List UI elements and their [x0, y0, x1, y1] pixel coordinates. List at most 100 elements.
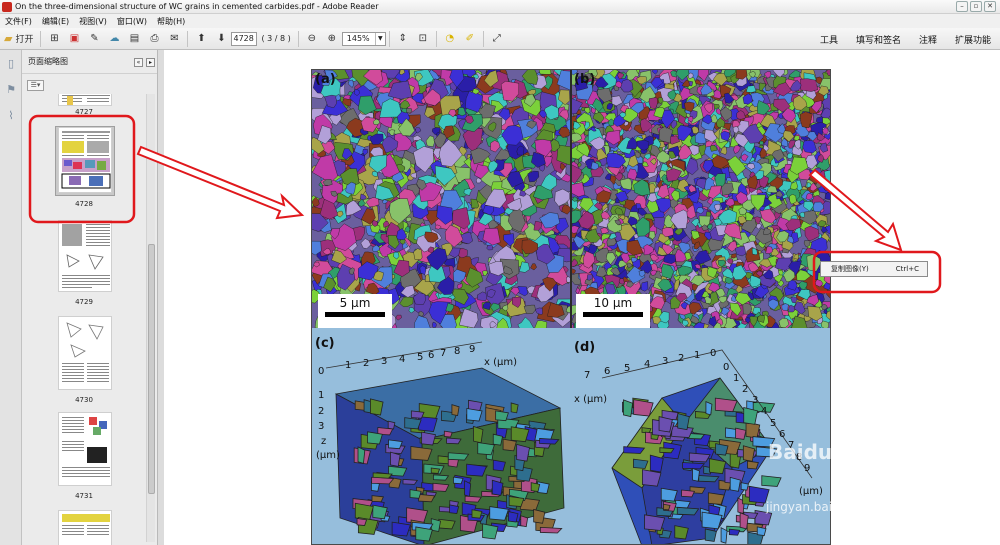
d-x-tick: 1: [694, 350, 701, 361]
next-page-icon[interactable]: ⬇: [212, 31, 230, 47]
scrollbar-thumb[interactable]: [148, 244, 155, 494]
box-d-grain: [623, 399, 634, 418]
box-c-grain: [402, 478, 419, 485]
menu-window[interactable]: 窗口(W): [112, 16, 152, 27]
box-d-grain: [660, 487, 678, 502]
box-d-grain: [735, 427, 747, 440]
collapse-panel-icon[interactable]: «: [134, 58, 143, 67]
comment-icon[interactable]: ◔: [441, 31, 459, 47]
menu-view[interactable]: 视图(V): [74, 16, 112, 27]
box-c-grain: [453, 476, 464, 485]
chevron-down-icon: ▼: [374, 32, 385, 45]
thumbnail-label: 4729: [75, 298, 93, 306]
box-c-grain: [446, 437, 462, 445]
box-c-grain: [447, 452, 470, 461]
thumbnail-preview: [61, 131, 111, 189]
panel-menu-icon[interactable]: ▸: [146, 58, 155, 67]
thumbnail-scrollbar[interactable]: [146, 94, 155, 542]
minimize-icon[interactable]: –: [956, 1, 968, 12]
zoom-out-icon[interactable]: ⊖: [303, 31, 321, 47]
thumbnail-page[interactable]: [58, 127, 112, 193]
box-c-grain: [466, 408, 483, 422]
export-pdf-icon[interactable]: ▣: [65, 31, 83, 47]
d-y-tick: 3: [752, 395, 759, 406]
copy-image-shortcut: Ctrl+C: [895, 265, 919, 273]
page-number-input[interactable]: 4728: [231, 31, 258, 46]
toolbar-separator: [187, 30, 189, 47]
c-x-tick: 7: [440, 348, 447, 359]
box-d-grain: [688, 452, 711, 463]
thumbnail-page[interactable]: [58, 316, 112, 390]
d-y-tick: 0: [723, 362, 730, 373]
box-d-grain: [644, 514, 666, 531]
box-d-grain: [743, 406, 758, 425]
create-pdf-icon[interactable]: ⊞: [45, 31, 63, 47]
maximize-icon[interactable]: ▫: [970, 1, 982, 12]
c-x-axis-label: x (μm): [484, 357, 518, 368]
thumbnail-options-icon[interactable]: ☰▾: [27, 80, 44, 91]
tools-link[interactable]: 工具: [811, 33, 847, 46]
fit-width-icon[interactable]: ⊡: [414, 31, 432, 47]
thumbnail-preview: [62, 514, 110, 535]
d-x-tick: 5: [624, 363, 631, 374]
menu-help[interactable]: 帮助(H): [152, 16, 190, 27]
box-d-grain: [692, 467, 700, 482]
email-icon[interactable]: ✉: [165, 31, 183, 47]
box-c-grain: [404, 417, 422, 430]
fit-page-icon[interactable]: ⇕: [394, 31, 412, 47]
bookmark-icon[interactable]: ⚑: [0, 76, 22, 102]
edit-icon[interactable]: ✎: [85, 31, 103, 47]
thumbnail-page[interactable]: [58, 94, 112, 106]
comment-link[interactable]: 注释: [910, 33, 946, 46]
box-c-grain: [370, 398, 384, 416]
box-d-grain: [714, 397, 738, 413]
zoom-select[interactable]: 145% ▼: [341, 31, 386, 46]
extend-link[interactable]: 扩展功能: [946, 33, 1000, 46]
thumbnail-preview: [62, 322, 109, 382]
box-d-grain: [739, 512, 749, 530]
menu-file[interactable]: 文件(F): [0, 16, 37, 27]
figure[interactable]: (a) (b) (c) (d) 5 μm 10 μm 1 2 3 4 5 6 7…: [311, 69, 831, 545]
previous-page-icon[interactable]: ⬆: [192, 31, 210, 47]
box-c-grain: [449, 504, 460, 514]
scalebar-a-bar: [325, 312, 385, 317]
box-c-grain: [367, 431, 383, 445]
toolbar: ▰ 打开 ⊞ ▣ ✎ ☁ ▤ ⎙ ✉ ⬆ ⬇ 4728 ( 3 / 8 ) ⊖ …: [0, 28, 1000, 50]
d-y-axis-unit: (μm): [799, 486, 823, 497]
page-thumbnails-icon[interactable]: ▯: [0, 50, 22, 76]
baidu-watermark-url: jingyan.baidu.com: [766, 500, 877, 514]
box-c-grain: [491, 479, 504, 496]
c-x-tick: 2: [363, 358, 370, 369]
print-icon[interactable]: ⎙: [145, 31, 163, 47]
highlight-icon[interactable]: ✐: [461, 31, 479, 47]
open-button[interactable]: ▰ 打开: [0, 31, 37, 47]
box-c-grain: [409, 489, 422, 499]
box-c-grain: [387, 420, 396, 430]
save-icon[interactable]: ▤: [125, 31, 143, 47]
d-x-tick: 0: [710, 348, 717, 359]
zoom-in-icon[interactable]: ⊕: [323, 31, 341, 47]
thumbnail-page[interactable]: [58, 220, 112, 292]
thumbnail-label: 4730: [75, 396, 93, 404]
scalebar-b: 10 μm: [576, 294, 650, 328]
fill-sign-link[interactable]: 填写和签名: [847, 33, 910, 46]
box-c-grain: [388, 439, 403, 450]
box-d-grain: [623, 446, 646, 454]
title-bar: On the three-dimensional structure of WC…: [0, 0, 1000, 14]
attachment-icon[interactable]: ⌇: [0, 102, 22, 128]
box-d-grain: [649, 454, 664, 473]
full-screen-icon[interactable]: ⤢: [488, 31, 506, 47]
right-panel-links: 工具 填写和签名 注释 扩展功能: [811, 28, 1000, 50]
box-c-grain: [492, 433, 504, 446]
thumbnail-label: 4727: [75, 108, 93, 116]
scalebar-b-bar: [583, 312, 643, 317]
thumbnail-label: 4728: [75, 200, 93, 208]
thumbnail-page[interactable]: [58, 510, 112, 545]
cloud-icon[interactable]: ☁: [105, 31, 123, 47]
close-icon[interactable]: ✕: [984, 1, 996, 12]
menu-edit[interactable]: 编辑(E): [37, 16, 74, 27]
context-menu-copy-image[interactable]: 复制图像(Y) Ctrl+C: [820, 261, 928, 277]
thumbnail-page[interactable]: [58, 412, 112, 486]
grain-texture: [312, 70, 570, 328]
box-d-grain: [633, 458, 649, 469]
